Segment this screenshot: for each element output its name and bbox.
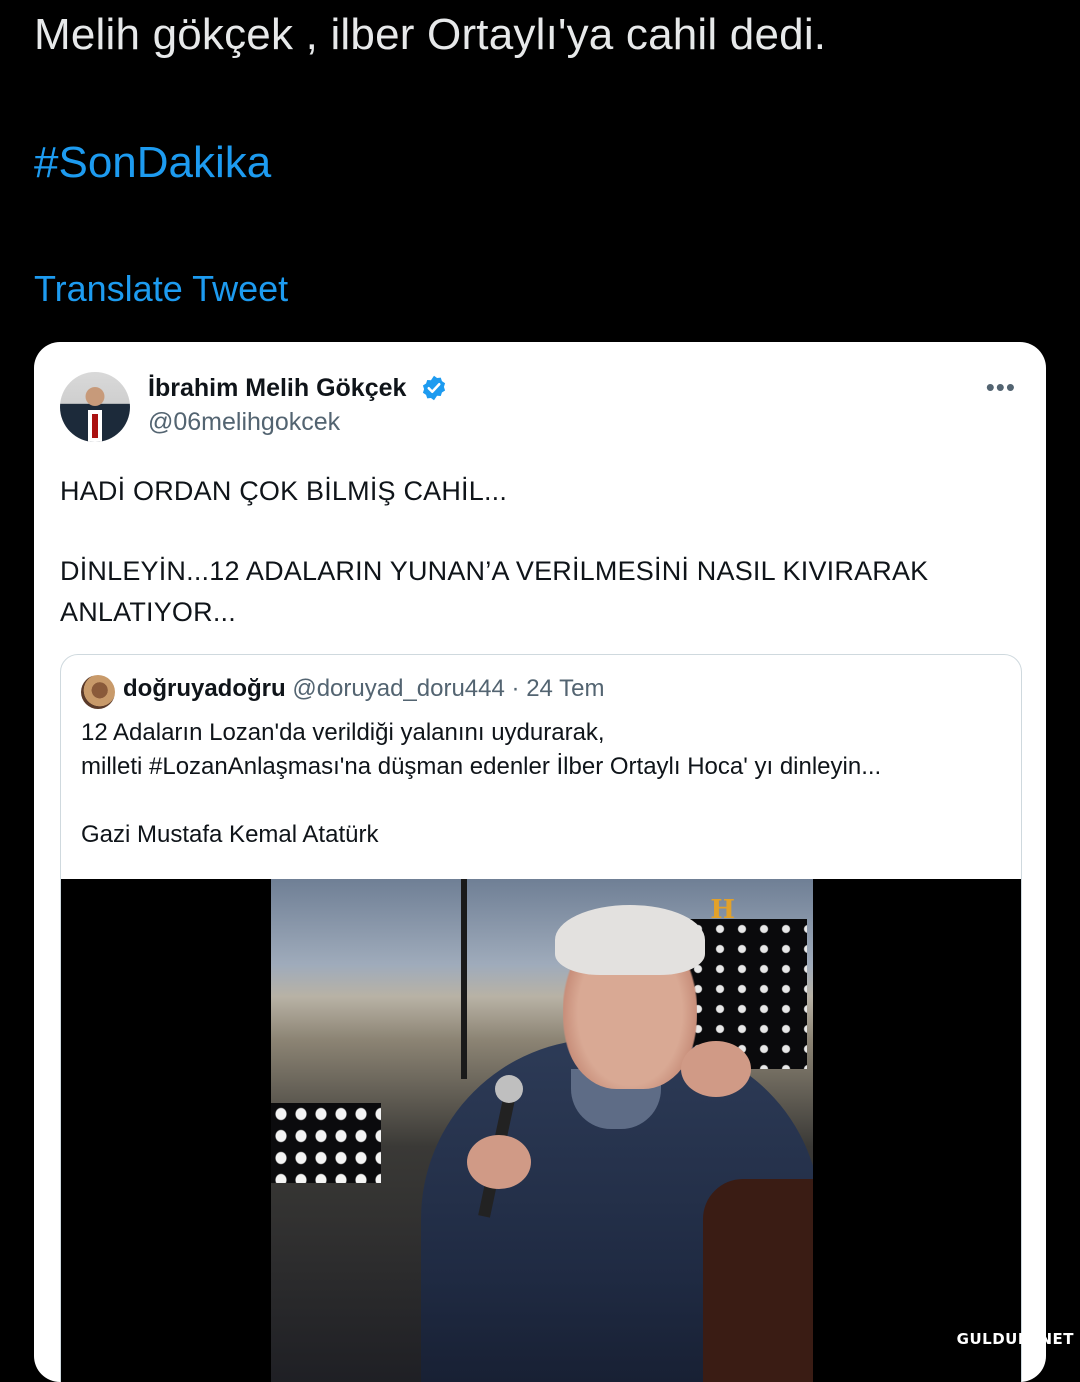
meta-separator: ·: [504, 675, 527, 702]
channel-logo: H: [710, 895, 735, 925]
translate-tweet-link[interactable]: Translate Tweet: [34, 268, 288, 310]
quoted-tweet-line: milleti #LozanAnlaşması'na düşman edenle…: [81, 753, 882, 780]
video-player[interactable]: H: [61, 879, 1021, 1382]
video-frame: H: [271, 879, 813, 1382]
hashtag-link[interactable]: #SonDakika: [34, 138, 271, 188]
embedded-tweet-card[interactable]: İbrahim Melih Gökçek @06melihgokcek ••• …: [34, 342, 1046, 1382]
quoted-tweet-date[interactable]: 24 Tem: [526, 675, 604, 702]
quoted-tweet-line: 12 Adaların Lozan'da verildiği yalanını …: [81, 719, 605, 746]
verified-badge-icon: [420, 374, 448, 402]
quoted-author-name[interactable]: doğruyadoğru: [123, 675, 286, 702]
avatar-tie: [92, 414, 98, 438]
author-avatar[interactable]: [60, 372, 130, 442]
speaker-hair: [555, 905, 705, 975]
microphone-icon: [495, 1075, 523, 1103]
armchair: [703, 1179, 813, 1382]
watermark: GULDUM.NET: [956, 1330, 1074, 1348]
quoted-author-handle[interactable]: @doruyad_doru444: [292, 675, 505, 702]
quoted-tweet-header: doğruyadoğru @doruyad_doru444 · 24 Tem: [123, 675, 604, 703]
tweet-body-line: ANLATIYOR...: [60, 597, 236, 627]
quoted-tweet[interactable]: doğruyadoğru @doruyad_doru444 · 24 Tem 1…: [60, 654, 1022, 1382]
music-stand: [461, 879, 467, 1079]
quoted-author-avatar[interactable]: [81, 675, 115, 709]
tweet-body-line: DİNLEYİN...12 ADALARIN YUNAN’A VERİLMESİ…: [60, 556, 929, 586]
author-handle[interactable]: @06melihgokcek: [148, 408, 340, 437]
author-name[interactable]: İbrahim Melih Gökçek: [148, 374, 406, 403]
speaker-raised-hand: [681, 1041, 751, 1097]
speaker-hand: [467, 1135, 531, 1189]
more-icon[interactable]: •••: [986, 372, 1016, 403]
tweet-text: Melih gökçek , ilber Ortaylı'ya cahil de…: [34, 10, 827, 59]
quoted-tweet-line: Gazi Mustafa Kemal Atatürk: [81, 821, 379, 848]
tweet-body-line: HADİ ORDAN ÇOK BİLMİŞ CAHİL...: [60, 476, 508, 506]
speaker-grille-left: [271, 1103, 381, 1183]
